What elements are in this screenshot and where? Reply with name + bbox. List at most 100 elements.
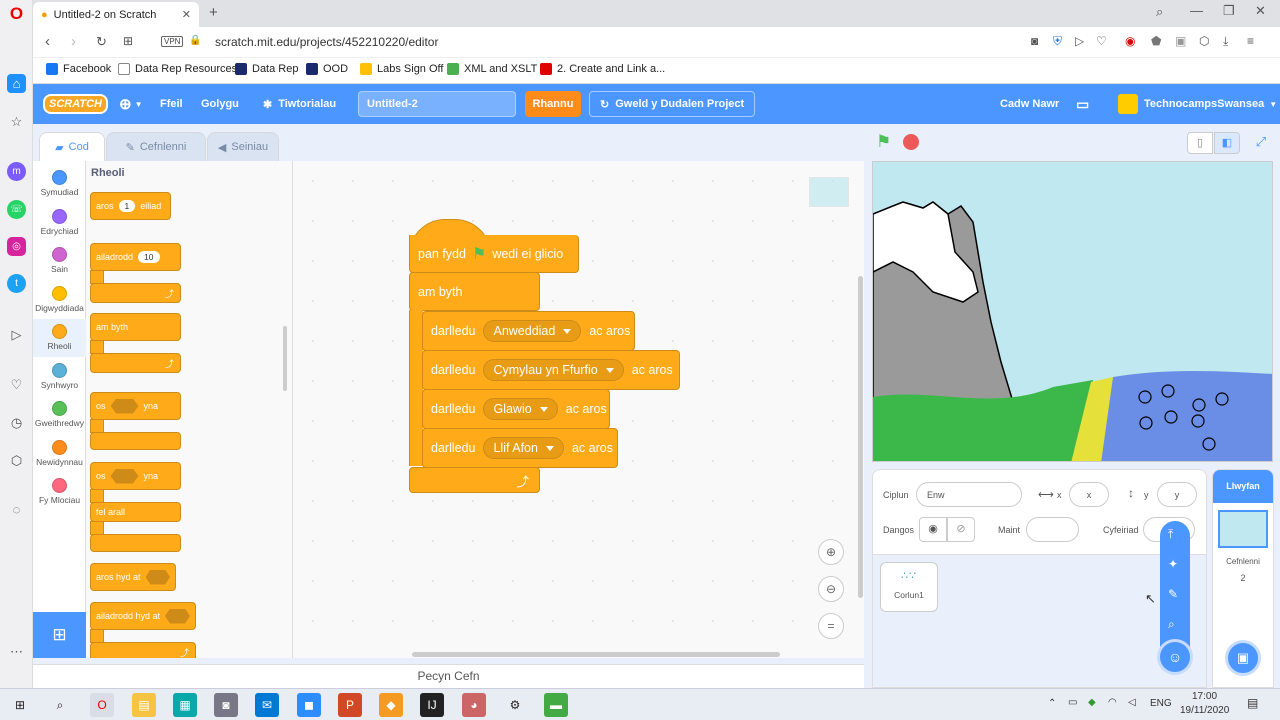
language-globe-icon[interactable]: ⊕ ▼ xyxy=(119,84,143,124)
bookmark-create-link[interactable]: 2. Create and Link a... xyxy=(540,63,665,75)
stage-canvas[interactable] xyxy=(872,161,1273,462)
bookmark-data-rep[interactable]: Data Rep xyxy=(235,63,298,75)
palette-scrollbar[interactable] xyxy=(283,326,287,391)
tab-sounds[interactable]: ◀ Seiniau xyxy=(207,132,279,161)
app-icon[interactable]: ▦ xyxy=(173,693,197,717)
tray-chevron-icon[interactable]: ⌃ xyxy=(1048,698,1056,709)
cube-icon[interactable]: ⬡ xyxy=(7,451,26,470)
condition-slot[interactable] xyxy=(110,468,139,484)
y-input[interactable]: y xyxy=(1157,482,1197,507)
message-dropdown[interactable]: Llif Afon xyxy=(483,437,564,459)
paint-sprite-icon[interactable]: ✎ xyxy=(1168,587,1178,601)
send-tab-icon[interactable]: ▷ xyxy=(1075,34,1084,48)
repeat-value[interactable]: 10 xyxy=(138,251,160,263)
wait-until-block[interactable]: aros hyd at xyxy=(90,563,176,591)
zoom-reset-icon[interactable]: = xyxy=(818,613,844,639)
history-icon[interactable]: ◷ xyxy=(7,413,26,432)
mail-icon[interactable]: ✉ xyxy=(255,693,279,717)
close-tab-icon[interactable]: ✕ xyxy=(182,8,191,21)
show-eye-icon[interactable]: ◉ xyxy=(919,517,947,542)
tabs-grid-icon[interactable]: ⊞ xyxy=(123,34,133,48)
bookmark-data-rep-resources[interactable]: Data Rep Resources xyxy=(118,63,237,75)
message-dropdown[interactable]: Cymylau yn Ffurfio xyxy=(483,359,624,381)
bookmark-ood[interactable]: OOD xyxy=(306,63,348,75)
lightbulb-icon[interactable]: ◌ xyxy=(7,500,26,519)
forward-icon[interactable]: › xyxy=(71,33,76,50)
fullscreen-icon[interactable]: ⤢ xyxy=(1249,132,1273,154)
condition-slot[interactable] xyxy=(110,398,139,414)
window-close-icon[interactable]: ✕ xyxy=(1255,3,1266,19)
menu-edit[interactable]: Golygu xyxy=(201,84,239,124)
scratch-logo[interactable]: SCRATCH xyxy=(43,84,108,124)
x-input[interactable]: x xyxy=(1069,482,1109,507)
search-icon[interactable]: ⌕ xyxy=(1156,4,1163,20)
extension-icon[interactable]: ◉ xyxy=(1125,34,1135,48)
if-else-block[interactable]: os yna xyxy=(90,462,181,490)
account-menu[interactable]: TechnocampsSwansea ▼ xyxy=(1118,84,1277,124)
broadcast-wait-block-3[interactable]: darlledu Glawio ac aros xyxy=(422,389,610,429)
speed-dial-icon[interactable]: ☆ xyxy=(7,112,26,131)
category-operators[interactable]: Gweithredwy xyxy=(33,396,86,434)
app3-icon[interactable]: ◕ xyxy=(462,693,486,717)
home-icon[interactable]: ⌂ xyxy=(7,74,26,93)
surprise-sprite-icon[interactable]: ✦ xyxy=(1168,557,1178,571)
broadcast-wait-block-1[interactable]: darlledu Anweddiad ac aros xyxy=(422,311,635,351)
opera-logo-icon[interactable]: O xyxy=(7,4,26,23)
workspace-v-scrollbar[interactable] xyxy=(858,276,863,598)
forever-block[interactable]: am byth xyxy=(90,313,181,341)
bookmark-labs-sign-off[interactable]: Labs Sign Off xyxy=(360,63,443,75)
windows-start-icon[interactable]: ⊞ xyxy=(8,693,32,717)
opera-task-icon[interactable]: O xyxy=(90,693,114,717)
choose-sprite-search-icon[interactable]: ⌕ xyxy=(1168,617,1175,632)
category-variables[interactable]: Newidynnau xyxy=(33,435,86,473)
zoom-in-icon[interactable]: ⊕ xyxy=(818,539,844,565)
browser-tab[interactable]: ● Untitled-2 on Scratch ✕ xyxy=(33,2,199,27)
category-events[interactable]: Digwyddiada xyxy=(33,281,86,319)
explorer-icon[interactable]: ▤ xyxy=(132,693,156,717)
cube-ext-icon[interactable]: ⬡ xyxy=(1199,34,1209,48)
small-stage-icon[interactable]: ▯ xyxy=(1187,132,1213,154)
green-flag-icon[interactable]: ⚑ xyxy=(876,132,891,152)
camera-app-icon[interactable]: ◙ xyxy=(214,693,238,717)
category-looks[interactable]: Edrychiad xyxy=(33,204,86,242)
code-workspace[interactable]: pan fydd ⚑ wedi ei glicio am byth darlle… xyxy=(293,161,864,658)
message-dropdown[interactable]: Glawio xyxy=(483,398,558,420)
category-my-blocks[interactable]: Fy Mlociau xyxy=(33,473,86,511)
tray-wifi-icon[interactable]: ◠ xyxy=(1108,697,1117,708)
settings-gear-icon[interactable]: ⚙ xyxy=(503,693,527,717)
category-control[interactable]: Rheoli xyxy=(33,319,86,357)
sprite-name-input[interactable]: Enw xyxy=(916,482,1022,507)
minimize-icon[interactable]: — xyxy=(1190,3,1203,18)
send-icon[interactable]: ▷ xyxy=(7,325,26,344)
whatsapp-icon[interactable]: ☏ xyxy=(7,200,26,219)
tray-date[interactable]: 19/11/2020 xyxy=(1180,705,1229,716)
upload-sprite-icon[interactable]: ⤒ xyxy=(1168,527,1173,542)
instagram-icon[interactable]: ◎ xyxy=(7,237,26,256)
maximize-icon[interactable]: ❐ xyxy=(1223,3,1235,19)
if-then-block[interactable]: os yna xyxy=(90,392,181,420)
url-text[interactable]: scratch.mit.edu/projects/452210220/edito… xyxy=(215,35,438,49)
condition-slot[interactable] xyxy=(145,569,170,585)
download-icon[interactable]: ⤓ xyxy=(1223,34,1228,49)
new-tab-icon[interactable]: + xyxy=(209,4,218,21)
broadcast-wait-block-2[interactable]: darlledu Cymylau yn Ffurfio ac aros xyxy=(422,350,680,390)
see-project-page-button[interactable]: ↻ Gweld y Dudalen Project xyxy=(589,91,756,117)
stop-icon[interactable] xyxy=(903,134,919,150)
category-motion[interactable]: Symudiad xyxy=(33,165,86,203)
back-icon[interactable]: ‹ xyxy=(45,33,50,50)
repeat-block[interactable]: ailadrodd 10 xyxy=(90,243,181,271)
project-title-input[interactable]: Untitled-2 xyxy=(358,91,516,117)
powerpoint-icon[interactable]: P xyxy=(338,693,362,717)
add-sprite-button[interactable]: ☺ xyxy=(1157,639,1193,675)
adblock-icon[interactable]: ⬟ xyxy=(1151,34,1161,48)
size-input[interactable] xyxy=(1026,517,1079,542)
app4-icon[interactable]: ▬ xyxy=(544,693,568,717)
wait-block[interactable]: aros 1 eiliad xyxy=(90,192,171,220)
workspace-h-scrollbar[interactable] xyxy=(412,652,780,657)
bookmark-xml-xslt[interactable]: XML and XSLT xyxy=(447,63,537,75)
my-stuff-folder-icon[interactable]: ▭ xyxy=(1076,84,1089,124)
menu-tutorials[interactable]: ✱ Tiwtorialau xyxy=(263,84,336,124)
bookmark-facebook[interactable]: Facebook xyxy=(46,63,111,75)
add-backdrop-button[interactable]: ▣ xyxy=(1225,640,1261,676)
forever-block[interactable]: am byth xyxy=(409,272,540,311)
